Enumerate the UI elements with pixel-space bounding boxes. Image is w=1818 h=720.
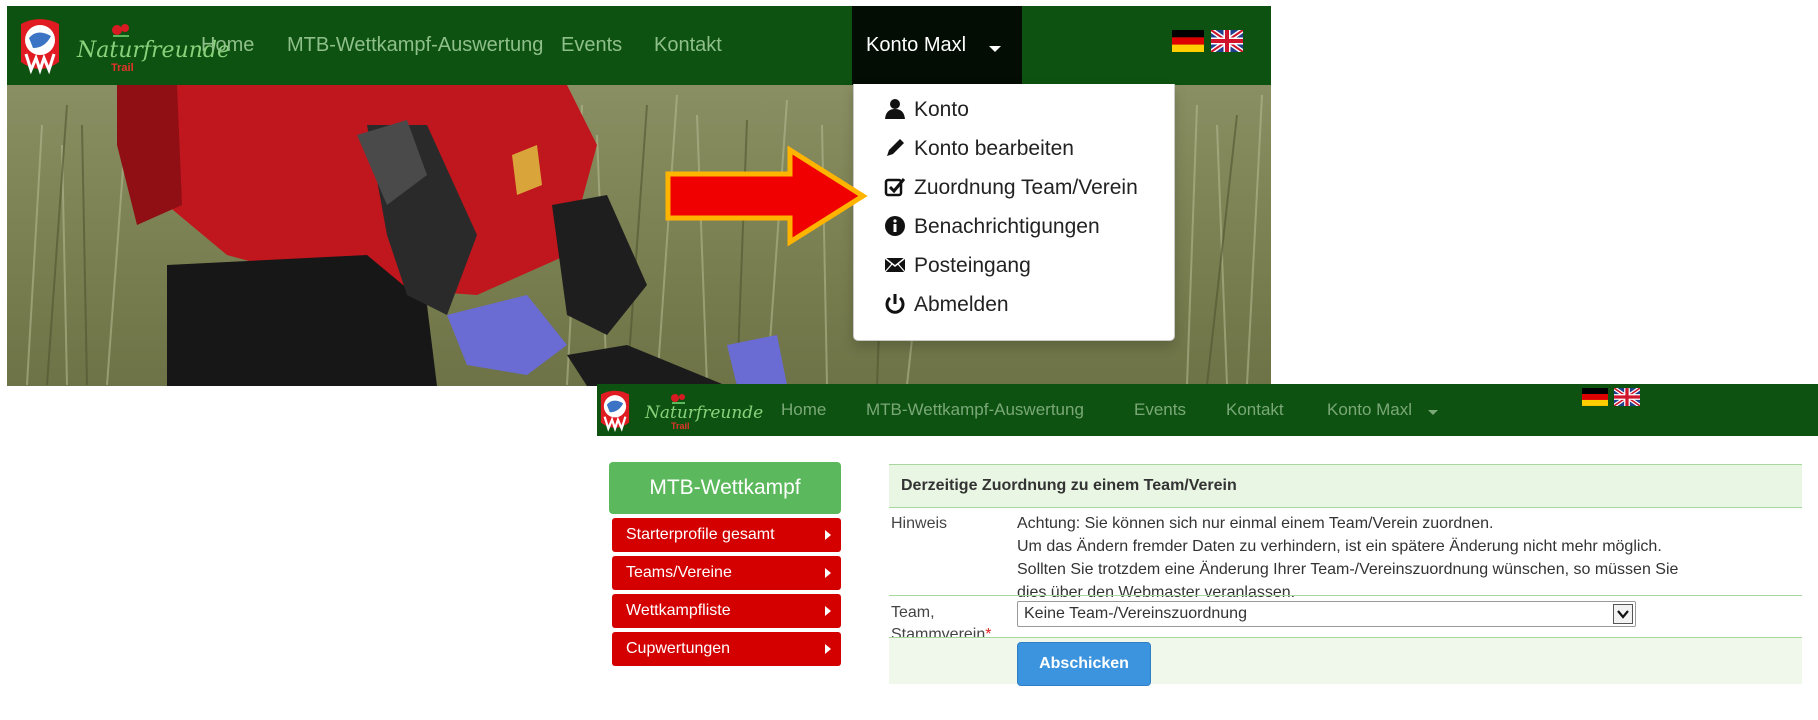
- brand[interactable]: Naturfreunde Trail: [645, 391, 763, 431]
- envelope-icon: [884, 257, 906, 273]
- nav-events[interactable]: Events: [561, 34, 622, 57]
- select-value: Keine Team-/Vereinszuordnung: [1024, 605, 1247, 622]
- team-label: Team,: [891, 604, 935, 621]
- nav-home[interactable]: Home: [781, 400, 826, 420]
- submit-button[interactable]: Abschicken: [1017, 642, 1151, 686]
- nav-mtb-wettkampf-auswertung[interactable]: MTB-Wettkampf-Auswertung: [866, 400, 1084, 420]
- pencil-icon: [887, 139, 904, 156]
- team-verein-select[interactable]: Keine Team-/Vereinszuordnung: [1017, 601, 1636, 627]
- power-icon: [885, 294, 905, 314]
- hint-line: Achtung: Sie können sich nur einmal eine…: [1017, 515, 1494, 532]
- sidebar-item-starterprofile-gesamt[interactable]: Starterprofile gesamt: [612, 518, 841, 552]
- naturfreunde-logo[interactable]: [597, 387, 633, 433]
- sidebar-item-label: Wettkampfliste: [626, 602, 731, 619]
- info-icon: [885, 216, 905, 236]
- nav-home[interactable]: Home: [201, 34, 254, 57]
- chevron-right-icon: [825, 606, 831, 616]
- nav-mtb-wettkampf-auswertung[interactable]: MTB-Wettkampf-Auswertung: [287, 34, 543, 57]
- row-divider: [889, 595, 1802, 596]
- chevron-right-icon: [825, 568, 831, 578]
- menu-item-label: Zuordnung Team/Verein: [914, 176, 1138, 199]
- panel-heading-text: Derzeitige Zuordnung zu einem Team/Verei…: [901, 477, 1237, 494]
- hint-line: Um das Ändern fremder Daten zu verhinder…: [1017, 538, 1662, 555]
- sidebar-item-teams-vereine[interactable]: Teams/Vereine: [612, 556, 841, 590]
- nav-kontakt[interactable]: Kontakt: [1226, 400, 1284, 420]
- account-dropdown-menu: Konto Konto bearbeiten Zuordnung Team/Ve…: [853, 84, 1175, 341]
- brand-sub: Trail: [671, 421, 690, 431]
- menu-item-zuordnung-team-verein[interactable]: Zuordnung Team/Verein: [854, 168, 1174, 204]
- menu-item-abmelden[interactable]: Abmelden: [854, 285, 1174, 321]
- submit-row: Abschicken: [889, 638, 1802, 686]
- menu-item-konto[interactable]: Konto: [854, 90, 1174, 126]
- menu-item-konto-bearbeiten[interactable]: Konto bearbeiten: [854, 129, 1174, 165]
- hint-line: Sollten Sie trotzdem eine Änderung Ihrer…: [1017, 561, 1679, 578]
- menu-item-label: Konto: [914, 98, 969, 121]
- menu-item-label: Posteingang: [914, 254, 1031, 277]
- uk-flag-icon[interactable]: [1211, 30, 1243, 52]
- red-arrow-annotation: [665, 146, 868, 246]
- account-menu-label: Konto Maxl: [866, 34, 967, 56]
- screenshot-account-menu: Naturfreunde Trail Home MTB-Wettkampf-Au…: [7, 6, 1271, 386]
- naturfreunde-logo[interactable]: [17, 14, 63, 76]
- sidebar-item-label: Cupwertungen: [626, 640, 731, 657]
- sidebar-item-label: Starterprofile gesamt: [626, 526, 775, 543]
- menu-item-label: Abmelden: [914, 293, 1009, 316]
- user-icon: [885, 99, 905, 119]
- menu-item-label: Benachrichtigungen: [914, 215, 1100, 238]
- caret-down-icon: [989, 46, 1001, 52]
- team-assignment-panel: Derzeitige Zuordnung zu einem Team/Verei…: [889, 464, 1802, 720]
- panel-heading: Derzeitige Zuordnung zu einem Team/Verei…: [889, 464, 1802, 508]
- check-square-icon: [884, 178, 906, 197]
- menu-item-benachrichtigungen[interactable]: Benachrichtigungen: [854, 207, 1174, 243]
- sidebar-item-wettkampfliste[interactable]: Wettkampfliste: [612, 594, 841, 628]
- top-navbar: Naturfreunde Trail Home MTB-Wettkampf-Au…: [597, 384, 1818, 436]
- account-menu-toggle[interactable]: Konto Maxl: [852, 6, 1022, 85]
- sidebar-title: MTB-Wettkampf: [609, 462, 841, 514]
- chevron-right-icon: [825, 530, 831, 540]
- sidebar-item-cupwertungen[interactable]: Cupwertungen: [612, 632, 841, 666]
- caret-down-icon: [1428, 410, 1438, 415]
- hint-line: dies über den Webmaster veranlassen.: [1017, 584, 1296, 601]
- chevron-right-icon: [825, 644, 831, 654]
- uk-flag-icon[interactable]: [1614, 388, 1640, 406]
- hint-label: Hinweis: [891, 515, 948, 532]
- menu-item-posteingang[interactable]: Posteingang: [854, 246, 1174, 282]
- chevron-down-icon: [1613, 604, 1633, 624]
- german-flag-icon[interactable]: [1172, 30, 1204, 52]
- menu-item-label: Konto bearbeiten: [914, 137, 1074, 160]
- brand-sub: Trail: [111, 62, 134, 74]
- german-flag-icon[interactable]: [1582, 388, 1608, 406]
- nav-events[interactable]: Events: [1134, 400, 1186, 420]
- account-menu-toggle[interactable]: Konto Maxl: [1327, 400, 1412, 420]
- nav-kontakt[interactable]: Kontakt: [654, 34, 722, 57]
- sidebar-item-label: Teams/Vereine: [626, 564, 732, 581]
- top-navbar: Naturfreunde Trail Home MTB-Wettkampf-Au…: [7, 6, 1271, 85]
- screenshot-team-assignment: Naturfreunde Trail Home MTB-Wettkampf-Au…: [597, 384, 1818, 720]
- brand-name: Naturfreunde: [645, 403, 764, 423]
